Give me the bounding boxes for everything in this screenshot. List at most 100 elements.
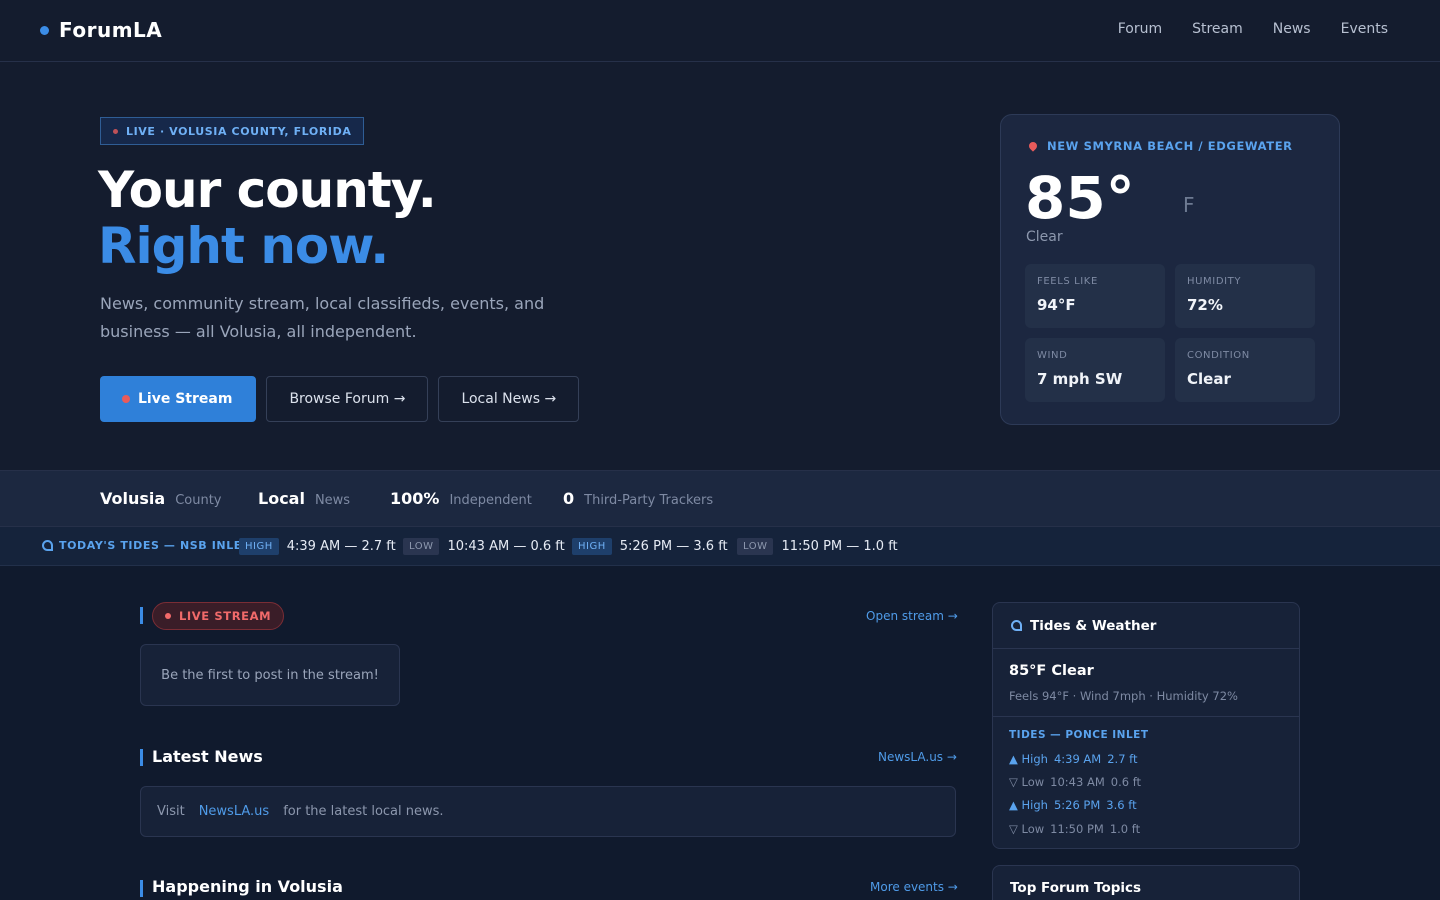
tide-time: 4:39 AM [1053,752,1102,766]
wave-icon [42,540,53,551]
tide-value: 4:39 AM — 2.7 ft [286,538,396,554]
live-stream-badge-text: LIVE STREAM [179,609,272,623]
tide-value: 5:26 PM — 3.6 ft [619,538,728,554]
stat-condition: CONDITION Clear [1175,338,1315,402]
open-stream-link[interactable]: Open stream → [866,609,958,623]
weather-unit: F [1183,193,1195,217]
live-location-badge: LIVE · VOLUSIA COUNTY, FLORIDA [100,117,365,145]
tide-value: 10:43 AM — 0.6 ft [447,538,565,554]
hero: LIVE · VOLUSIA COUNTY, FLORIDA Your coun… [0,62,1440,470]
divider [993,716,1299,717]
stat-value: 72% [1187,296,1223,314]
section-accent-bar [140,880,143,897]
stat-small: Independent [449,493,532,508]
newsla-link[interactable]: NewsLA.us → [878,750,957,764]
record-dot-icon [122,395,130,403]
nav-link-events[interactable]: Events [1341,21,1388,37]
live-dot-icon [165,613,171,619]
events-title: Happening in Volusia [152,877,343,896]
tide-kind: ▽ Low [1009,822,1045,836]
local-news-button[interactable]: Local News → [438,376,580,422]
stat-big: Volusia [100,489,166,508]
tides-strip: TODAY'S TIDES — NSB INLET HIGH 4:39 AM —… [0,527,1440,566]
stat-humidity: HUMIDITY 72% [1175,264,1315,328]
hero-actions: Live Stream Browse Forum → Local News → [100,376,580,422]
stat-label: HUMIDITY [1187,276,1242,287]
top-forum-topics-title: Top Forum Topics [1010,880,1142,896]
section-accent-bar [140,607,143,624]
stat-value: 7 mph SW [1037,370,1123,388]
tide-height: 3.6 ft [1106,798,1137,812]
stream-empty-state: Be the first to post in the stream! [140,644,400,706]
newsla-inline-link[interactable]: NewsLA.us [199,804,269,819]
map-pin-icon [1027,140,1039,152]
tide-kind: ▽ Low [1009,775,1045,789]
panel-temp: 85°F Clear [1009,663,1094,679]
hero-lede: News, community stream, local classified… [100,294,545,341]
tide-tag-low: LOW [403,537,440,555]
browse-forum-button[interactable]: Browse Forum → [266,376,429,422]
stat-small: Third-Party Trackers [584,493,714,508]
weather-location: NEW SMYRNA BEACH / EDGEWATER [1027,139,1293,153]
stat-independent: 100% Independent [390,489,532,508]
tides-label-text: TODAY'S TIDES — NSB INLET [59,539,251,552]
news-tail-text: for the latest local news. [283,804,444,819]
tide-time: 11:50 PM [1050,822,1104,836]
tide-height: 0.6 ft [1110,775,1142,789]
stat-label: CONDITION [1187,350,1250,361]
tide-height: 2.7 ft [1107,752,1138,766]
tide-tag-high: HIGH [239,537,279,555]
stat-big: Local [258,489,305,508]
nav-links: Forum Stream News Events [1118,21,1388,37]
wave-icon [1011,620,1022,631]
nav-link-stream[interactable]: Stream [1192,21,1243,37]
tide-tag-high: HIGH [572,537,612,555]
tide-entry: LOW 11:50 PM — 1.0 ft [737,536,898,556]
stat-value: Clear [1187,370,1231,388]
weather-card: NEW SMYRNA BEACH / EDGEWATER 85° F Clear… [1000,114,1340,425]
panel-tide-row: ▽ Low 11:50 PM 1.0 ft [1009,822,1140,836]
tide-entry: HIGH 4:39 AM — 2.7 ft [239,536,396,556]
nav-link-news[interactable]: News [1273,21,1311,37]
top-nav: ForumLA Forum Stream News Events [0,0,1440,62]
stat-label: WIND [1037,350,1068,361]
panel-weather-detail: Feels 94°F · Wind 7mph · Humidity 72% [1009,689,1238,703]
hero-headline: Your county. Right now. [98,161,437,274]
live-stream-label: Live Stream [138,391,233,407]
tide-time: 5:26 PM [1053,798,1101,812]
tide-entry: HIGH 5:26 PM — 3.6 ft [572,536,728,556]
tide-tag-low: LOW [737,537,774,555]
stat-small: News [314,493,351,508]
panel-tide-row: ▲ High 5:26 PM 3.6 ft [1009,798,1137,812]
tides-label: TODAY'S TIDES — NSB INLET [42,539,250,552]
weather-location-text: NEW SMYRNA BEACH / EDGEWATER [1047,139,1293,153]
panel-title: Tides & Weather [1030,617,1157,634]
stat-big: 100% [390,489,440,508]
live-stream-button[interactable]: Live Stream [100,376,257,422]
stats-bar: Volusia County Local News 100% Independe… [0,470,1440,527]
section-accent-bar [140,749,143,766]
tide-time: 10:43 AM [1050,775,1105,789]
stat-value: 94°F [1037,296,1076,314]
weather-temperature: 85° [1025,164,1135,232]
brand-name: ForumLA [59,18,163,42]
tides-weather-panel: Tides & Weather 85°F Clear Feels 94°F · … [992,602,1300,849]
panel-tide-row: ▲ High 4:39 AM 2.7 ft [1009,752,1138,766]
tide-entry: LOW 10:43 AM — 0.6 ft [403,536,565,556]
stat-big: 0 [563,489,575,508]
top-forum-topics-panel: Top Forum Topics [992,865,1300,900]
tide-kind: ▲ High [1009,752,1048,766]
live-stream-badge: LIVE STREAM [152,602,285,630]
panel-tide-row: ▽ Low 10:43 AM 0.6 ft [1009,775,1141,789]
main-content: LIVE STREAM Open stream → Be the first t… [0,566,1440,900]
headline-line-1: Your county. [98,161,437,219]
nav-link-forum[interactable]: Forum [1118,21,1162,37]
brand-logo[interactable]: ForumLA [40,18,162,42]
panel-header: Tides & Weather [993,603,1299,649]
live-dot-icon [113,128,118,134]
more-events-link[interactable]: More events → [870,880,958,894]
stat-local: Local News [258,489,350,508]
stat-trackers: 0 Third-Party Trackers [563,489,713,508]
latest-news-title: Latest News [152,747,263,766]
stat-county: Volusia County [100,489,222,508]
